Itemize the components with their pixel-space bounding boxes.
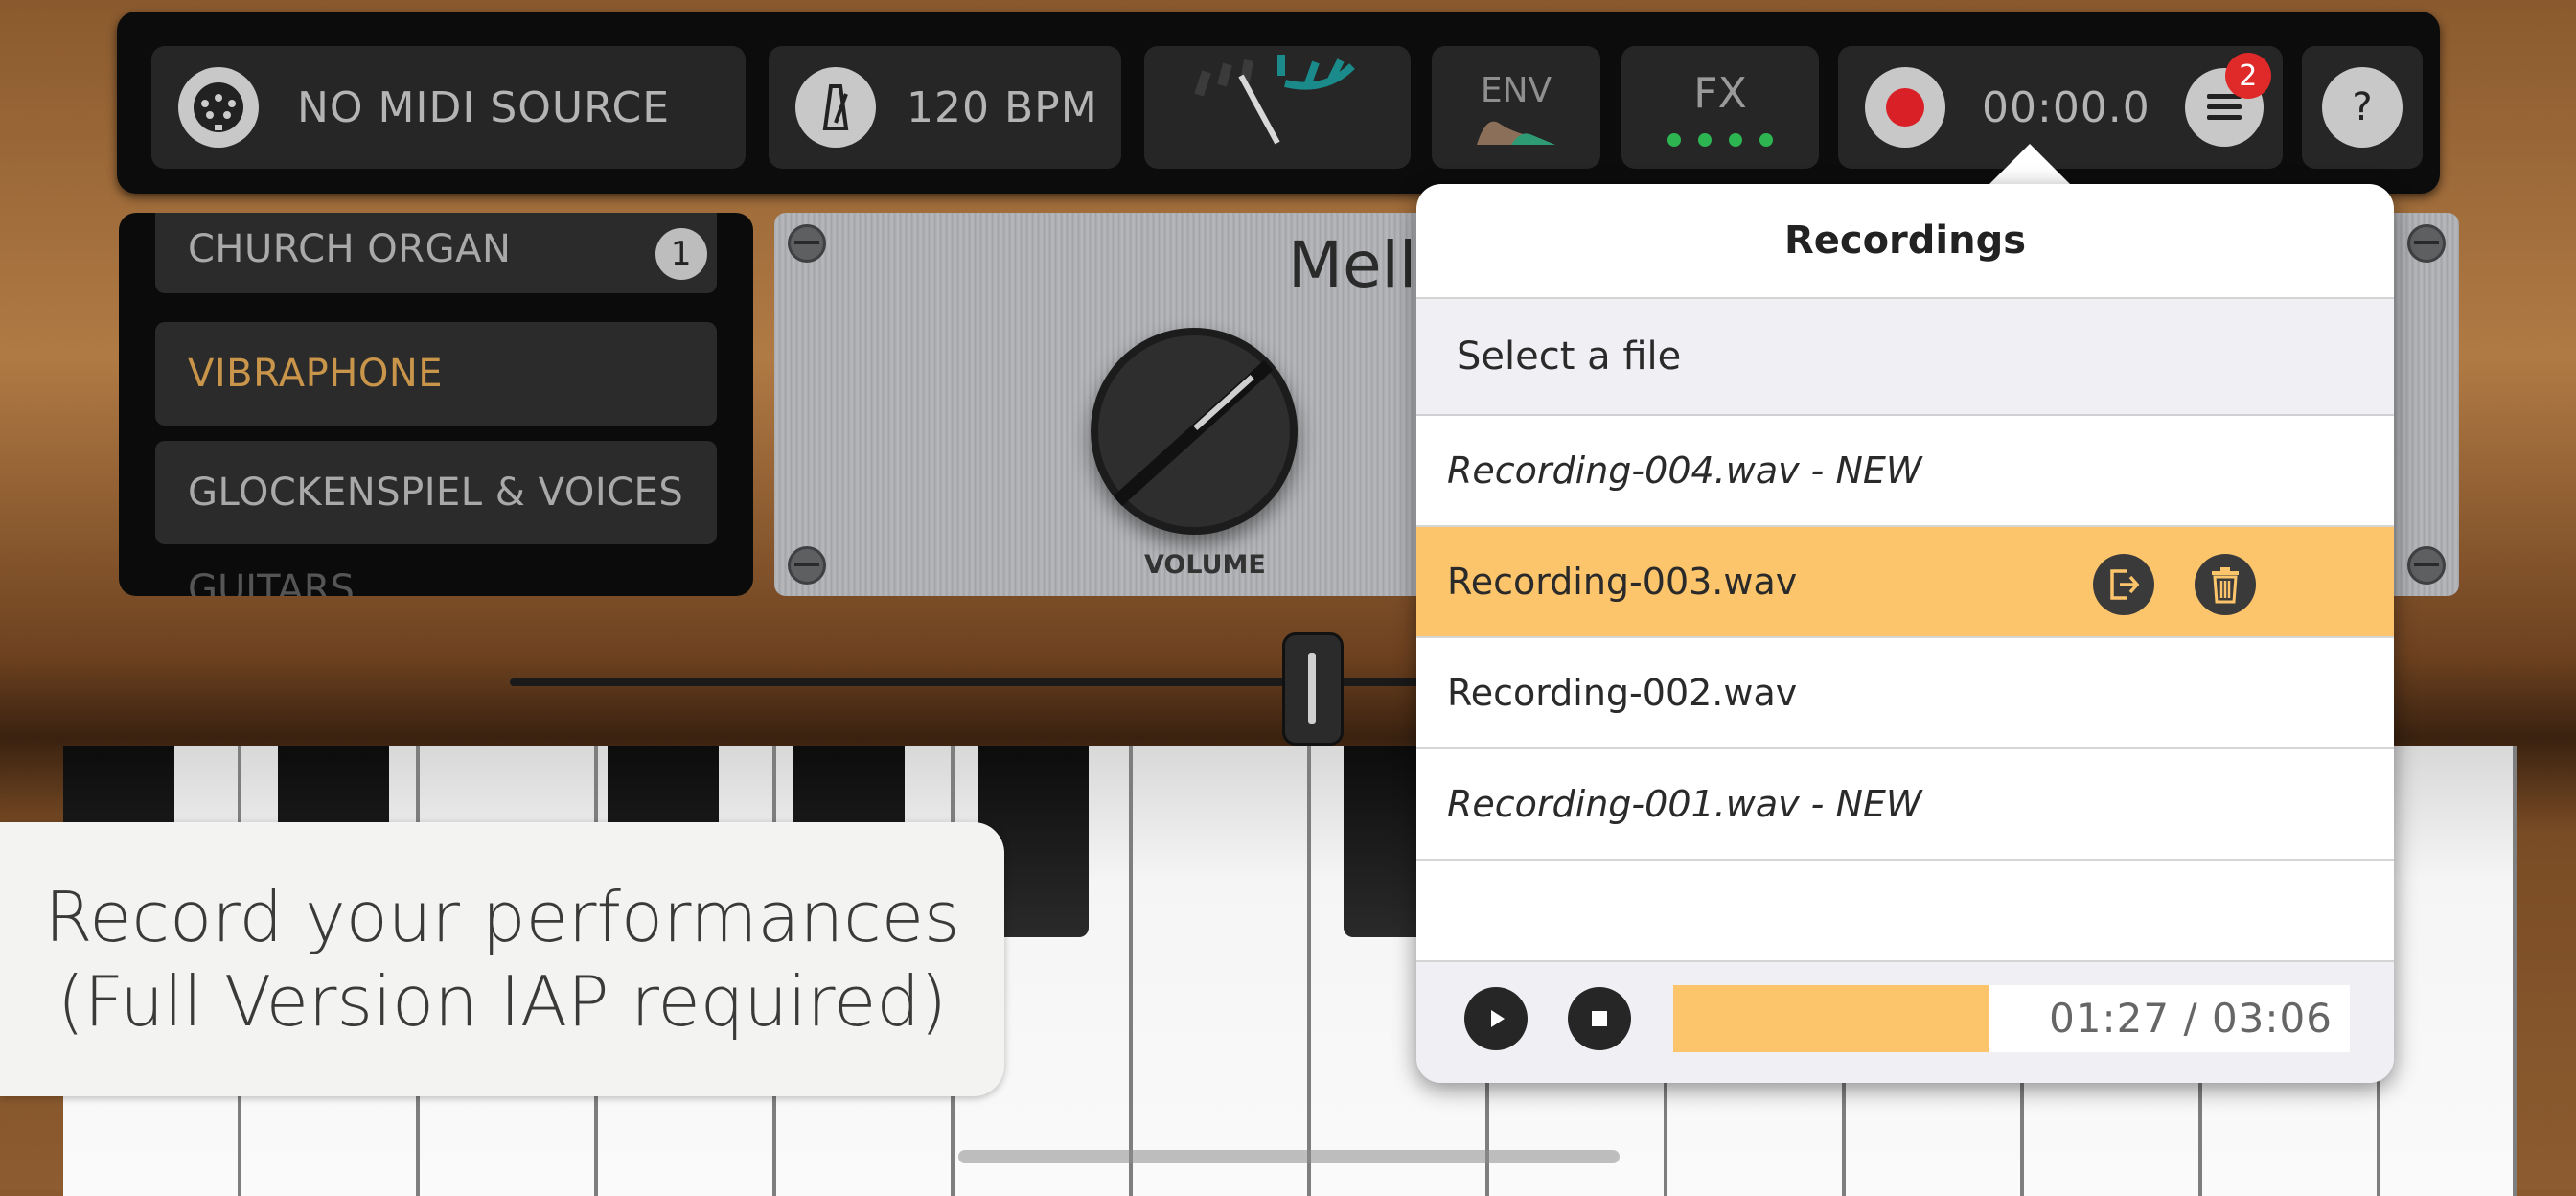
recording-filename: Recording-001.wav - NEW bbox=[1447, 783, 1922, 825]
midi-connector-icon bbox=[178, 67, 259, 148]
popover-arrow bbox=[1988, 144, 2072, 186]
midi-source-label: NO MIDI SOURCE bbox=[297, 82, 670, 132]
playback-time: 01:27 / 03:06 bbox=[2049, 995, 2333, 1042]
envelope-icon bbox=[1477, 121, 1555, 145]
recording-timer: 00:00.0 bbox=[1982, 82, 2150, 132]
share-icon bbox=[2110, 569, 2140, 600]
progress-fill bbox=[1673, 985, 1990, 1052]
envelope-button[interactable]: ENV bbox=[1432, 46, 1600, 169]
screw-icon bbox=[788, 224, 826, 263]
screw-icon bbox=[2407, 224, 2446, 263]
white-key[interactable] bbox=[2380, 746, 2517, 1196]
preset-item-church-organ[interactable]: CHURCH ORGAN 1 bbox=[155, 213, 717, 293]
playback-progress[interactable]: 01:27 / 03:06 bbox=[1673, 985, 2350, 1052]
trash-icon bbox=[2212, 567, 2239, 604]
help-button[interactable]: ? bbox=[2302, 46, 2423, 169]
preset-badge: 1 bbox=[656, 228, 707, 280]
recordings-count-badge: 2 bbox=[2224, 53, 2271, 99]
metronome-icon bbox=[795, 67, 876, 148]
meter-gauge-icon bbox=[1194, 55, 1355, 145]
share-button[interactable] bbox=[2093, 554, 2154, 615]
preset-list[interactable]: CHURCH ORGAN 1 VIBRAPHONE GLOCKENSPIEL &… bbox=[119, 213, 753, 596]
top-toolbar: NO MIDI SOURCE 120 BPM ENV FX 00:00.0 2 … bbox=[117, 12, 2440, 194]
tempo-button[interactable]: 120 BPM bbox=[769, 46, 1121, 169]
popover-title: Recordings bbox=[1416, 184, 2394, 299]
stop-button[interactable] bbox=[1568, 987, 1631, 1050]
recording-filename: Recording-002.wav bbox=[1447, 672, 1798, 714]
white-key[interactable] bbox=[1133, 746, 1311, 1196]
volume-knob[interactable] bbox=[1091, 328, 1298, 535]
help-icon: ? bbox=[2322, 67, 2403, 148]
screw-icon bbox=[788, 546, 826, 585]
caption-line-2: (Full Version IAP required) bbox=[57, 961, 948, 1042]
delete-button[interactable] bbox=[2195, 554, 2256, 615]
home-indicator bbox=[958, 1150, 1620, 1163]
midi-source-button[interactable]: NO MIDI SOURCE bbox=[151, 46, 746, 169]
recordings-popover: Recordings Select a file Recording-004.w… bbox=[1416, 184, 2394, 1083]
preset-label: GUITARS bbox=[188, 567, 355, 596]
recording-row-002[interactable]: Recording-002.wav bbox=[1416, 638, 2394, 749]
fx-label: FX bbox=[1693, 68, 1747, 118]
play-button[interactable] bbox=[1464, 987, 1528, 1050]
fx-button[interactable]: FX bbox=[1622, 46, 1819, 169]
recording-row-004[interactable]: Recording-004.wav - NEW bbox=[1416, 416, 2394, 527]
stop-icon bbox=[1592, 1011, 1607, 1026]
tuning-meter[interactable] bbox=[1144, 46, 1411, 169]
recording-row-001[interactable]: Recording-001.wav - NEW bbox=[1416, 749, 2394, 861]
record-button[interactable] bbox=[1865, 67, 1945, 148]
volume-label: VOLUME bbox=[1144, 550, 1266, 580]
recording-filename: Recording-003.wav bbox=[1447, 561, 1798, 603]
record-icon bbox=[1886, 88, 1924, 126]
preset-label: VIBRAPHONE bbox=[188, 352, 444, 396]
play-icon bbox=[1491, 1010, 1505, 1027]
select-file-header: Select a file bbox=[1416, 299, 2394, 416]
preset-item-glockenspiel-voices[interactable]: GLOCKENSPIEL & VOICES bbox=[155, 441, 717, 544]
fx-indicator-dots bbox=[1668, 132, 1773, 147]
tempo-label: 120 BPM bbox=[907, 82, 1098, 132]
rail-slider-handle[interactable] bbox=[1282, 632, 1344, 746]
playback-bar: 01:27 / 03:06 bbox=[1416, 960, 2394, 1083]
preset-label: CHURCH ORGAN bbox=[188, 227, 512, 271]
preset-item-vibraphone[interactable]: VIBRAPHONE bbox=[155, 322, 717, 426]
promo-caption: Record your performances (Full Version I… bbox=[0, 822, 1004, 1096]
env-label: ENV bbox=[1480, 70, 1552, 110]
recording-row-003[interactable]: Recording-003.wav bbox=[1416, 527, 2394, 638]
preset-label: GLOCKENSPIEL & VOICES bbox=[188, 471, 684, 515]
preset-item-guitars[interactable]: GUITARS bbox=[188, 567, 355, 596]
recordings-menu-button[interactable]: 2 bbox=[2184, 53, 2271, 147]
caption-line-1: Record your performances bbox=[44, 877, 960, 957]
recording-filename: Recording-004.wav - NEW bbox=[1447, 449, 1922, 492]
screw-icon bbox=[2407, 546, 2446, 585]
